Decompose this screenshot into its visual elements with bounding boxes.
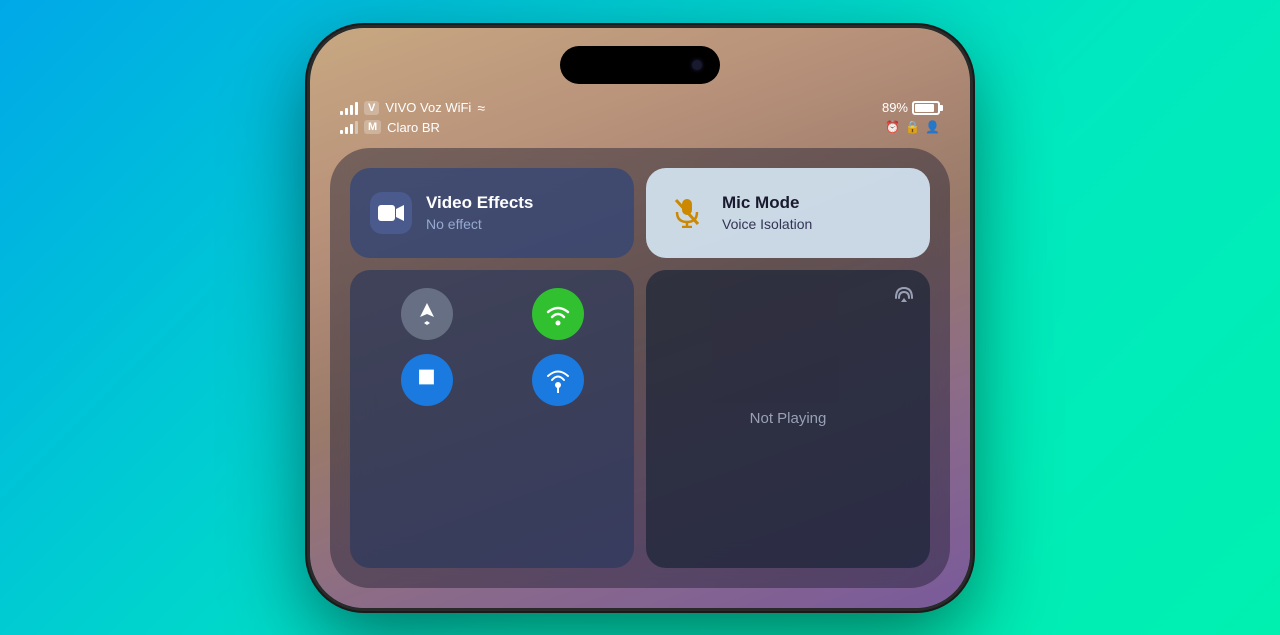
battery-percent: 89% — [882, 100, 908, 115]
mic-mode-text: Mic Mode Voice Isolation — [722, 193, 812, 232]
camera-dot — [692, 60, 702, 70]
video-effects-text: Video Effects No effect — [426, 193, 533, 232]
bar3 — [350, 105, 353, 115]
now-playing-label: Not Playing — [664, 410, 912, 427]
status-bar: V VIVO Voz WiFi ≈ 89% — [310, 100, 970, 139]
airplay-svg-icon — [894, 284, 914, 304]
airplane-circle — [401, 288, 453, 340]
status-right-1: 89% — [882, 100, 940, 115]
airplane-mode-button[interactable] — [368, 288, 485, 340]
status-left-2: M Claro BR — [340, 120, 440, 135]
phone-frame: V VIVO Voz WiFi ≈ 89% — [310, 28, 970, 608]
airdrop-icon — [545, 367, 571, 393]
bar1b — [340, 130, 343, 134]
video-camera-icon — [378, 202, 404, 224]
battery-fill — [915, 104, 934, 112]
signal-bars-2 — [340, 120, 358, 134]
airplay-icon[interactable] — [894, 284, 914, 309]
mic-mode-title: Mic Mode — [722, 193, 812, 213]
status-icons: ⏰ 🔒 👤 — [885, 120, 940, 134]
bar4b — [355, 121, 358, 134]
battery-icon — [912, 101, 940, 115]
control-row-top: Video Effects No effect — [350, 168, 930, 258]
carrier2-name: Claro BR — [387, 120, 440, 135]
wifi-icon-circle — [544, 302, 572, 326]
bar4 — [355, 102, 358, 115]
wifi-circle — [532, 288, 584, 340]
bluetooth-icon: ⯀ — [419, 368, 435, 391]
video-effects-button[interactable]: Video Effects No effect — [350, 168, 634, 258]
video-effects-subtitle: No effect — [426, 216, 533, 232]
network-block: ⯀ — [350, 270, 634, 568]
alarm-icon: ⏰ — [885, 120, 900, 134]
bar3b — [350, 124, 353, 134]
status-row-2: M Claro BR ⏰ 🔒 👤 — [340, 120, 940, 135]
carrier1-name: VIVO Voz WiFi — [385, 100, 471, 115]
bar2 — [345, 108, 348, 115]
video-effects-title: Video Effects — [426, 193, 533, 213]
signal-bars-1 — [340, 101, 358, 115]
airplane-icon — [414, 301, 440, 327]
video-effects-icon — [370, 192, 412, 234]
portrait-icon: 👤 — [925, 120, 940, 134]
mic-mode-subtitle: Voice Isolation — [722, 216, 812, 232]
mic-mode-icon — [666, 192, 708, 234]
carrier2-badge: M — [364, 120, 381, 134]
status-left-1: V VIVO Voz WiFi ≈ — [340, 100, 485, 116]
background: V VIVO Voz WiFi ≈ 89% — [0, 0, 1280, 635]
wifi-button[interactable] — [499, 288, 616, 340]
wifi-icon: ≈ — [477, 100, 485, 116]
bar2b — [345, 127, 348, 134]
now-playing-block: Not Playing — [646, 270, 930, 568]
lock-icon: 🔒 — [905, 120, 920, 134]
bar1 — [340, 111, 343, 115]
control-row-bottom: ⯀ — [350, 270, 930, 568]
dynamic-island — [560, 46, 720, 84]
airdrop-circle — [532, 354, 584, 406]
bluetooth-circle: ⯀ — [401, 354, 453, 406]
bluetooth-button[interactable]: ⯀ — [368, 354, 485, 406]
mic-mode-button[interactable]: Mic Mode Voice Isolation — [646, 168, 930, 258]
control-center: Video Effects No effect — [330, 148, 950, 588]
mic-icon — [673, 198, 701, 228]
airdrop-button[interactable] — [499, 354, 616, 406]
status-row-1: V VIVO Voz WiFi ≈ 89% — [340, 100, 940, 116]
carrier1-badge: V — [364, 101, 379, 115]
